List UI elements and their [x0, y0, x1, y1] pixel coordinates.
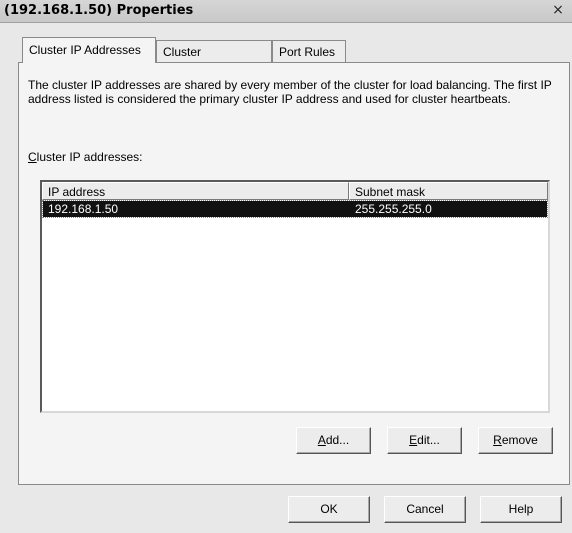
properties-dialog: (192.168.1.50) Properties × Cluster IP A…: [0, 0, 572, 533]
window-title: (192.168.1.50) Properties: [4, 3, 194, 18]
list-header: IP address Subnet mask: [42, 182, 548, 200]
add-button[interactable]: Add...: [296, 427, 371, 454]
tab-panel: The cluster IP addresses are shared by e…: [18, 62, 570, 485]
edit-label-rest: dit...: [417, 433, 440, 447]
title-bar[interactable]: (192.168.1.50) Properties ×: [0, 0, 572, 23]
close-icon[interactable]: ×: [550, 2, 566, 18]
remove-button[interactable]: Remove: [478, 427, 553, 454]
edit-mnemonic: E: [409, 433, 418, 447]
add-label-rest: dd...: [325, 433, 350, 447]
edit-button[interactable]: Edit...: [387, 427, 462, 454]
column-header-ip-address[interactable]: IP address: [42, 182, 349, 200]
ip-address-list[interactable]: IP address Subnet mask 192.168.1.50 255.…: [40, 180, 550, 413]
tab-port-rules[interactable]: Port Rules: [272, 40, 346, 62]
subnet-mask-cell: 255.255.255.0: [355, 202, 432, 216]
help-button[interactable]: Help: [480, 496, 562, 523]
ok-button[interactable]: OK: [288, 496, 370, 523]
remove-label-rest: emove: [501, 433, 538, 447]
tab-cluster-parameters[interactable]: Cluster Parameters: [156, 40, 272, 81]
add-mnemonic: A: [317, 433, 326, 447]
label-rest: luster IP addresses:: [36, 150, 143, 164]
tab-cluster-ip-addresses[interactable]: Cluster IP Addresses: [22, 37, 156, 63]
cluster-ip-addresses-label: Cluster IP addresses:: [28, 150, 143, 164]
list-row-selected[interactable]: 192.168.1.50 255.255.255.0: [42, 200, 548, 218]
column-header-subnet-mask[interactable]: Subnet mask: [349, 182, 548, 200]
cancel-button[interactable]: Cancel: [384, 496, 466, 523]
description-text: The cluster IP addresses are shared by e…: [28, 78, 552, 106]
remove-mnemonic: R: [493, 433, 502, 447]
mnemonic-c: C: [28, 150, 37, 164]
ip-address-cell: 192.168.1.50: [48, 202, 119, 216]
